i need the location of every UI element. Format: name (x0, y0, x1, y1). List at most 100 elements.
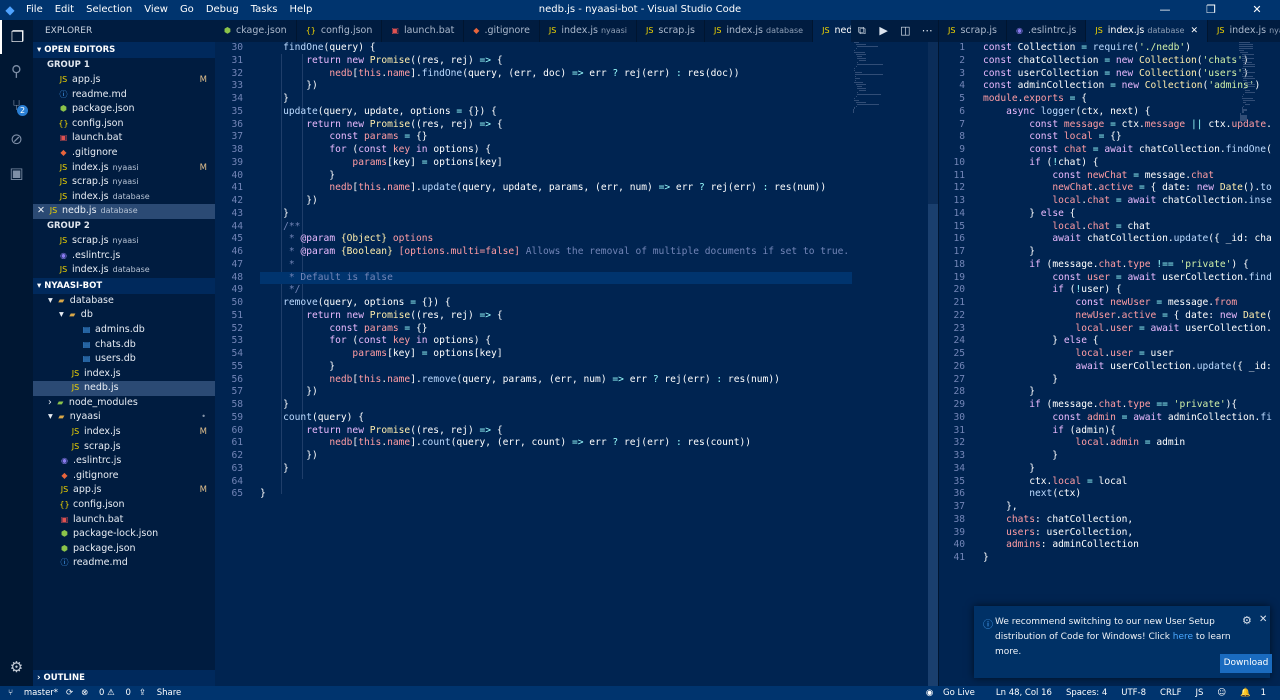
code-line[interactable]: } (260, 208, 852, 221)
code-line[interactable]: module.exports = { (983, 93, 1237, 106)
open-editor-item[interactable]: ▣ launch.bat (33, 131, 215, 146)
close-editor-icon[interactable]: ✕ (37, 205, 48, 216)
code-line[interactable]: const admin = await adminCollection.fi (983, 412, 1272, 425)
open-editor-item[interactable]: ⓘ readme.md (33, 88, 215, 103)
tree-item[interactable]: ◆ .gitignore (33, 469, 215, 484)
code-line[interactable]: return new Promise((res, rej) => { (260, 425, 852, 438)
tree-item[interactable]: JS scrap.js (33, 440, 215, 455)
code-line[interactable]: */ (260, 284, 852, 297)
group2-header[interactable]: GROUP 2 (33, 219, 215, 234)
code-line[interactable]: const Collection = require('./nedb') (983, 42, 1237, 55)
code-line[interactable]: const adminCollection = new Collection('… (983, 80, 1260, 93)
code-line[interactable] (260, 476, 852, 489)
code-line[interactable]: async logger(ctx, next) { (983, 106, 1237, 119)
code-line[interactable]: newUser.active = { date: new Date( (983, 310, 1271, 323)
open-editor-item[interactable]: JS scrap.js nyaasi (33, 234, 215, 249)
code-line[interactable]: local.chat = chat (983, 221, 1237, 234)
open-editor-item[interactable]: JS scrap.js nyaasi (33, 175, 215, 190)
maximize-icon[interactable]: ❐ (1188, 0, 1234, 20)
group1-header[interactable]: GROUP 1 (33, 58, 215, 73)
code-line[interactable]: const chatCollection = new Collection('c… (983, 55, 1249, 68)
search-icon[interactable]: ⚲ (0, 54, 33, 88)
code-line[interactable]: local.chat = await chatCollection.inse (983, 195, 1272, 208)
code-line[interactable]: const newChat = message.chat (983, 170, 1237, 183)
tree-item[interactable]: ▤ users.db (33, 352, 215, 367)
editor-tab[interactable]: JS scrap.js (939, 20, 1007, 42)
editor-tab[interactable]: ⬢ ckage.json (215, 20, 297, 42)
tree-item[interactable]: ▤ chats.db (33, 338, 215, 353)
code-line[interactable]: } (260, 170, 852, 183)
left-editor[interactable]: 30 31 32 33 34 35 36 37 38 39 40 41 42 43 44 45 46 47 48 49… (215, 42, 938, 686)
code-line[interactable]: users: userCollection, (983, 527, 1237, 540)
debug-icon[interactable]: ⊘ (0, 122, 33, 156)
code-line[interactable]: chats: chatCollection, (983, 514, 1237, 527)
notification-close-icon[interactable]: ✕ (1259, 614, 1267, 625)
menu-item-debug[interactable]: Debug (200, 0, 245, 20)
language-mode[interactable]: JS (1196, 686, 1204, 700)
code-line[interactable]: if (admin){ (983, 425, 1237, 438)
open-editor-item[interactable]: {} config.json (33, 117, 215, 132)
code-line[interactable]: findOne(query) { (260, 42, 852, 55)
code-line[interactable]: if (message.chat.type !== 'private') { (983, 259, 1249, 272)
code-line[interactable]: params[key] = options[key] (260, 157, 852, 170)
tree-item[interactable]: ▾ ▰ database (33, 294, 215, 309)
run-icon[interactable]: ▶ (873, 20, 895, 42)
chevron-down-icon[interactable]: ▾ (59, 309, 67, 320)
open-editor-item[interactable]: ✕ JS nedb.js database (33, 204, 215, 219)
code-line[interactable]: nedb[this.name].remove(query, params, (e… (260, 374, 852, 387)
problems-status[interactable]: ⊗ 0 ⚠ 0 (81, 686, 131, 700)
tab-close-icon[interactable]: ✕ (1190, 26, 1198, 36)
code-line[interactable]: }) (260, 450, 852, 463)
code-line[interactable]: if (!user) { (983, 284, 1237, 297)
code-line[interactable]: local.user = await userCollection. (983, 323, 1271, 336)
right-minimap[interactable] (1239, 42, 1279, 123)
menu-item-file[interactable]: File (20, 0, 49, 20)
project-header[interactable]: ▾ NYAASI-BOT (33, 277, 215, 294)
tree-item[interactable]: JS nedb.js (33, 381, 215, 396)
code-line[interactable]: } (260, 488, 852, 501)
code-line[interactable]: }, (983, 501, 1237, 514)
code-line[interactable]: local.admin = admin (983, 437, 1237, 450)
code-line[interactable]: } (260, 399, 852, 412)
menu-item-view[interactable]: View (138, 0, 174, 20)
code-line[interactable]: const user = await userCollection.find (983, 272, 1272, 285)
tree-item[interactable]: ▾ ▰ nyaasi • (33, 410, 215, 425)
encoding-status[interactable]: UTF-8 (1121, 686, 1146, 700)
code-line[interactable]: count(query) { (260, 412, 852, 425)
code-line[interactable]: const chat = await chatCollection.findOn… (983, 144, 1272, 157)
code-line[interactable]: if (!chat) { (983, 157, 1237, 170)
feedback-icon[interactable]: ☺ (1217, 686, 1226, 700)
settings-gear-icon[interactable]: ⚙ (0, 658, 33, 676)
code-line[interactable]: * @param {Boolean} [options.multi=false]… (260, 246, 852, 259)
tree-item[interactable]: ⬢ package.json (33, 542, 215, 557)
left-scroll-thumb[interactable] (928, 204, 938, 686)
chevron-down-icon[interactable]: ▾ (48, 411, 56, 422)
code-line[interactable]: const newUser = message.from (983, 297, 1237, 310)
tree-item[interactable]: ⬢ package-lock.json (33, 527, 215, 542)
code-line[interactable]: params[key] = options[key] (260, 348, 852, 361)
editor-tab[interactable]: JS index.js nyaasi (540, 20, 637, 42)
code-line[interactable]: update(query, update, options = {}) { (260, 106, 852, 119)
tree-item[interactable]: {} config.json (33, 498, 215, 513)
tree-item[interactable]: JS app.js M (33, 483, 215, 498)
outline-header[interactable]: › OUTLINE (33, 670, 215, 686)
code-line[interactable]: } (260, 361, 852, 374)
code-line[interactable]: } (983, 246, 1237, 259)
notification-settings-icon[interactable]: ⚙ (1242, 614, 1252, 627)
code-line[interactable]: nedb[this.name].count(query, (err, count… (260, 437, 852, 450)
code-line[interactable]: const params = {} (260, 323, 852, 336)
right-code[interactable]: const Collection = require('./nedb') cons… (983, 42, 1272, 565)
open-editor-item[interactable]: ⬢ package.json (33, 102, 215, 117)
tree-item[interactable]: › ▰ node_modules (33, 396, 215, 411)
tree-item[interactable]: ◉ .eslintrc.js (33, 454, 215, 469)
code-line[interactable]: } else { (983, 208, 1237, 221)
go-live-button[interactable]: ◉ Go Live (926, 686, 982, 700)
open-editor-item[interactable]: ◆ .gitignore (33, 146, 215, 161)
minimize-icon[interactable]: — (1142, 0, 1188, 20)
right-editor[interactable]: 1 2 3 4 5 6 7 8 9 10 11 12 13 14 15 16 17 18 19 20 21 22 23 24 2… (939, 42, 1280, 686)
left-code[interactable]: findOne(query) { return new Promise((res… (260, 42, 852, 501)
code-line[interactable]: ctx.local = local (983, 476, 1237, 489)
code-line[interactable]: } (260, 463, 852, 476)
indentation-status[interactable]: Spaces: 4 (1066, 686, 1107, 700)
code-line[interactable]: const params = {} (260, 131, 852, 144)
